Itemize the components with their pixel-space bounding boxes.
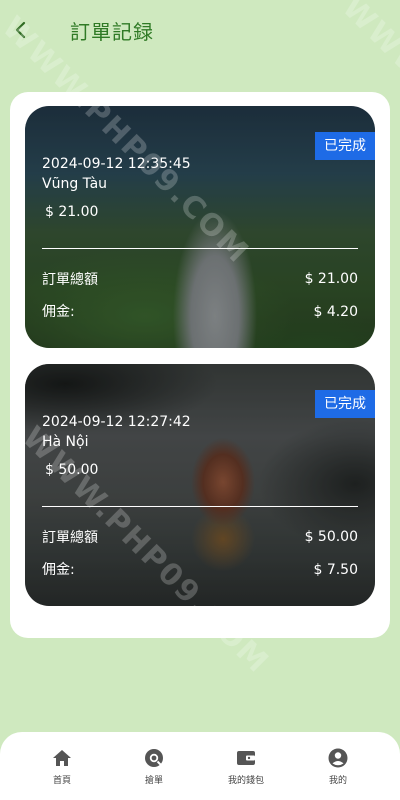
order-price: $ 21.00	[45, 204, 99, 220]
home-icon	[53, 750, 71, 766]
user-icon	[328, 748, 348, 768]
tab-profile[interactable]: 我的	[288, 732, 388, 800]
order-total-label: 訂單總額	[42, 530, 98, 546]
status-badge: 已完成	[315, 390, 375, 418]
order-price: $ 50.00	[45, 462, 99, 478]
header: 訂單記録	[0, 0, 400, 60]
wallet-icon	[237, 751, 255, 765]
chevron-left-icon	[15, 21, 26, 39]
tab-label: 首頁	[52, 776, 71, 786]
status-badge: 已完成	[315, 132, 375, 160]
order-total-label: 訂單總額	[42, 272, 98, 288]
order-location: Vũng Tàu	[42, 176, 108, 192]
tab-wallet[interactable]: 我的錢包	[196, 732, 296, 800]
order-datetime: 2024-09-12 12:27:42	[42, 414, 191, 430]
commission-label: 佣金:	[42, 304, 75, 320]
tab-label: 我的	[328, 776, 347, 786]
commission-label: 佣金:	[42, 562, 75, 578]
order-total-value: $ 50.00	[304, 529, 358, 545]
tab-label: 搶單	[144, 776, 163, 786]
divider	[42, 506, 358, 507]
commission-value: $ 4.20	[313, 304, 358, 320]
order-total-value: $ 21.00	[304, 271, 358, 287]
order-card[interactable]: 已完成 2024-09-12 12:35:45 Vũng Tàu $ 21.00…	[25, 106, 375, 348]
tab-label: 我的錢包	[227, 776, 264, 786]
search-order-icon	[145, 749, 163, 767]
bottom-tab-bar: 首頁 搶單 我的錢包 我的	[0, 732, 400, 800]
back-button[interactable]	[10, 18, 32, 42]
commission-value: $ 7.50	[313, 562, 358, 578]
order-location: Hà Nội	[42, 434, 89, 450]
page-title: 訂單記録	[70, 20, 154, 44]
order-datetime: 2024-09-12 12:35:45	[42, 156, 191, 172]
divider	[42, 248, 358, 249]
tab-home[interactable]: 首頁	[12, 732, 112, 800]
tab-grab-order[interactable]: 搶單	[104, 732, 204, 800]
order-card[interactable]: 已完成 2024-09-12 12:27:42 Hà Nội $ 50.00 訂…	[25, 364, 375, 606]
